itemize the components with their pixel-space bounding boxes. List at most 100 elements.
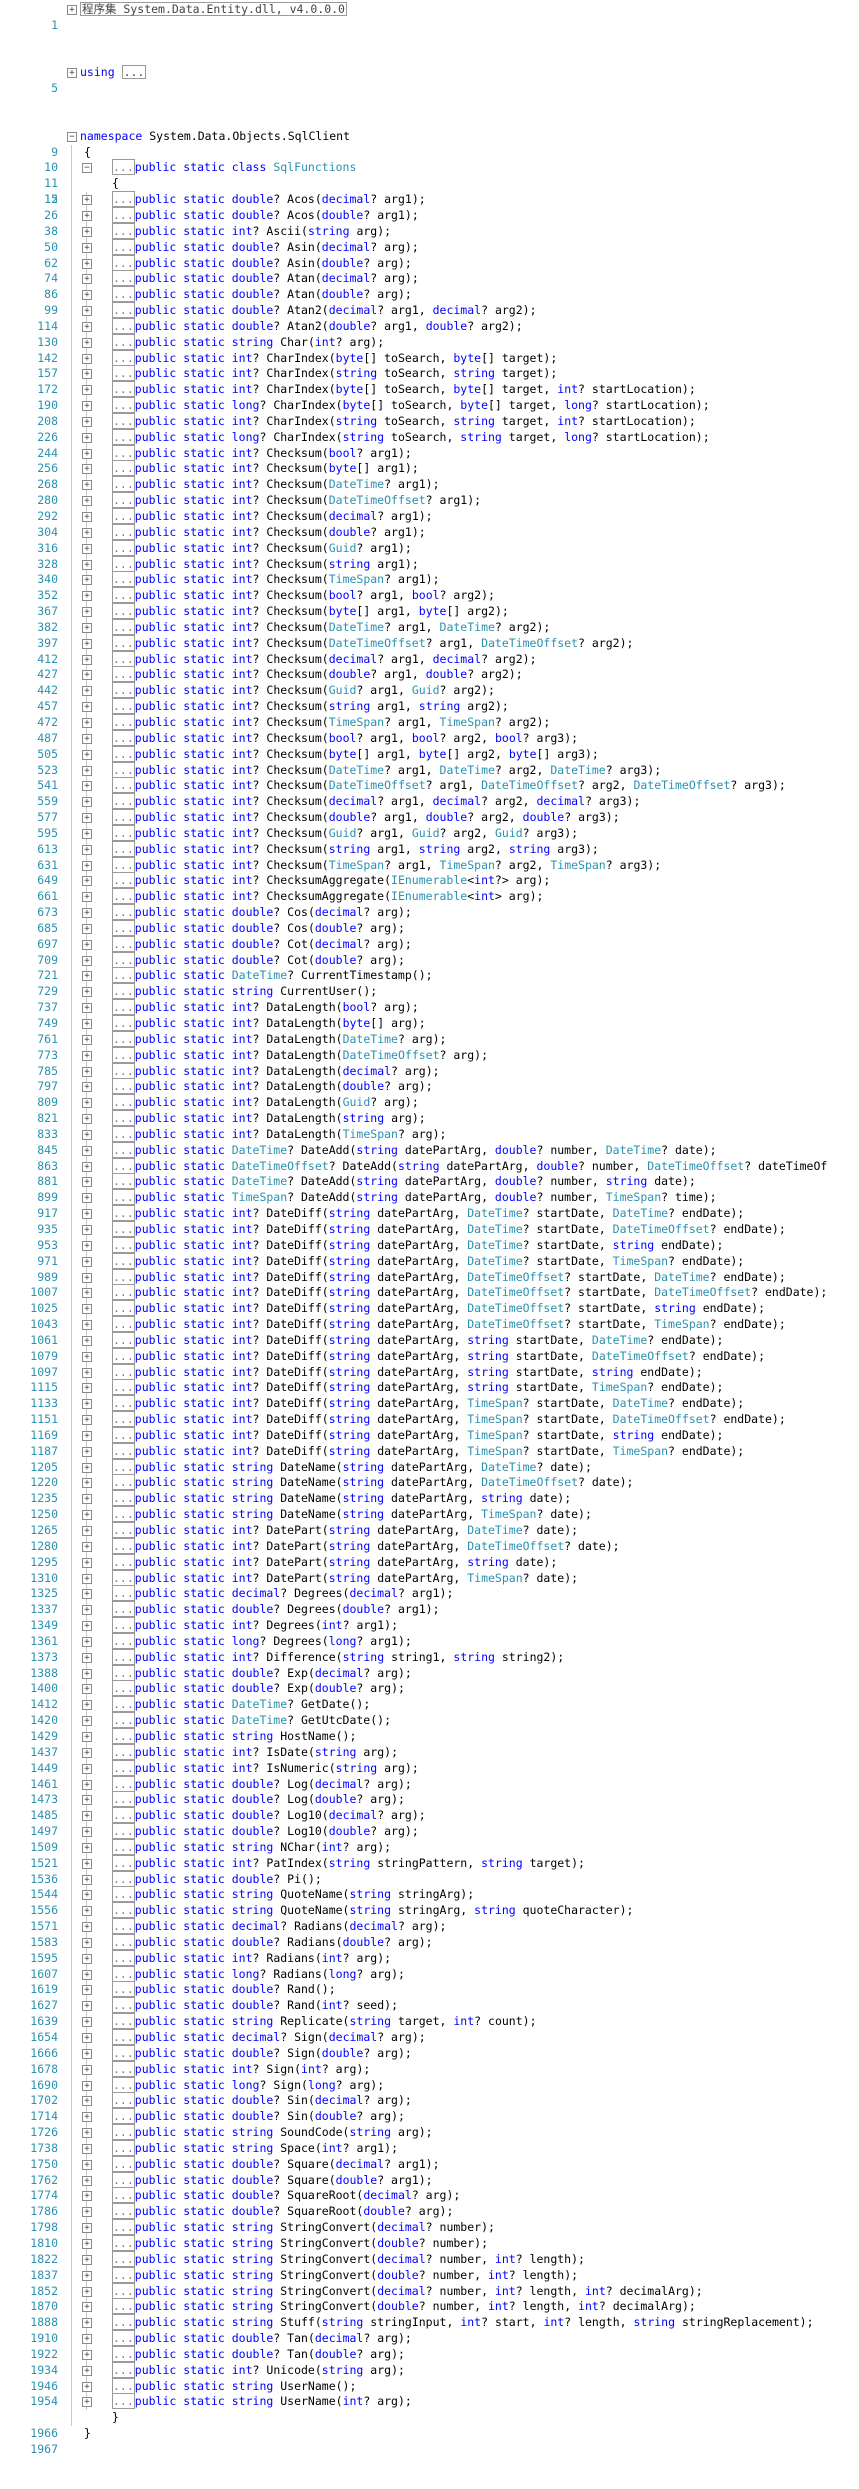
comment-collapsed[interactable]: ...	[112, 460, 135, 477]
comment-collapsed[interactable]: ...	[112, 1569, 135, 1586]
expand-icon[interactable]: +	[82, 971, 92, 982]
comment-collapsed[interactable]: ...	[112, 555, 135, 572]
expand-icon[interactable]: +	[82, 2175, 92, 2186]
expand-icon[interactable]: +	[82, 2270, 92, 2281]
expand-icon[interactable]: +	[82, 686, 92, 697]
expand-icon[interactable]: +	[82, 876, 92, 887]
expand-icon[interactable]: +	[82, 1034, 92, 1045]
expand-icon[interactable]: +	[82, 1050, 92, 1061]
comment-collapsed[interactable]: ...	[112, 1902, 135, 1919]
comment-collapsed[interactable]: ...	[112, 1823, 135, 1840]
comment-collapsed[interactable]: ...	[112, 444, 135, 461]
expand-icon[interactable]: +	[82, 781, 92, 792]
comment-collapsed[interactable]: ...	[112, 1078, 135, 1095]
expand-icon[interactable]: +	[82, 2334, 92, 2345]
comment-collapsed[interactable]: ...	[112, 888, 135, 905]
expand-icon[interactable]: +	[82, 2064, 92, 2075]
expand-icon[interactable]: +	[82, 1367, 92, 1378]
comment-collapsed[interactable]: ...	[112, 2124, 135, 2141]
comment-collapsed[interactable]: ...	[112, 1506, 135, 1523]
comment-collapsed[interactable]: ...	[112, 222, 135, 239]
expand-icon[interactable]: +	[82, 765, 92, 776]
comment-collapsed[interactable]: ...	[112, 523, 135, 540]
expand-icon[interactable]: +	[82, 1605, 92, 1616]
expand-icon[interactable]: +	[82, 432, 92, 443]
comment-collapsed[interactable]: ...	[112, 1141, 135, 1158]
comment-collapsed[interactable]: ...	[112, 777, 135, 794]
expand-icon[interactable]: +	[82, 1684, 92, 1695]
expand-icon[interactable]: +	[82, 512, 92, 522]
expand-icon[interactable]: +	[82, 2033, 92, 2043]
comment-collapsed[interactable]: ...	[112, 1062, 135, 1079]
expand-icon[interactable]: +	[82, 607, 92, 618]
expand-icon[interactable]: +	[82, 2207, 92, 2218]
expand-icon[interactable]: +	[82, 908, 92, 919]
comment-collapsed[interactable]: ...	[112, 1458, 135, 1475]
comment-collapsed[interactable]: ...	[112, 286, 135, 303]
expand-icon[interactable]: +	[82, 1145, 92, 1156]
comment-collapsed[interactable]: ...	[112, 397, 135, 414]
expand-icon[interactable]: +	[82, 1589, 92, 1600]
comment-collapsed[interactable]: ...	[112, 872, 135, 889]
comment-collapsed[interactable]: ...	[112, 1617, 135, 1634]
expand-icon[interactable]: +	[82, 1874, 92, 1885]
comment-collapsed[interactable]: ...	[112, 2092, 135, 2109]
comment-collapsed[interactable]: ...	[112, 2250, 135, 2267]
expand-icon[interactable]: +	[82, 2318, 92, 2329]
expand-icon[interactable]: +	[82, 1129, 92, 1140]
expand-icon[interactable]: +	[82, 1652, 92, 1663]
expand-icon[interactable]: +	[82, 2048, 92, 2059]
expand-icon[interactable]: +	[82, 2302, 92, 2313]
comment-collapsed[interactable]: ...	[112, 2298, 135, 2315]
comment-collapsed[interactable]: ...	[112, 1838, 135, 1855]
comment-collapsed[interactable]: ...	[112, 238, 135, 255]
comment-collapsed[interactable]: ...	[112, 2219, 135, 2236]
comment-collapsed[interactable]: ...	[112, 1965, 135, 1982]
expand-icon[interactable]: +	[82, 401, 92, 412]
expand-icon[interactable]: +	[82, 2349, 92, 2360]
expand-icon[interactable]: +	[82, 1937, 92, 1948]
comment-collapsed[interactable]: ...	[112, 1157, 135, 1174]
comment-collapsed[interactable]: ...	[112, 1442, 135, 1459]
comment-collapsed[interactable]: ...	[112, 2330, 135, 2347]
expand-icon[interactable]: +	[82, 860, 92, 871]
comment-collapsed[interactable]: ...	[112, 587, 135, 604]
expand-icon[interactable]: +	[82, 670, 92, 681]
comment-collapsed[interactable]: ...	[112, 1236, 135, 1253]
expand-icon[interactable]: +	[82, 242, 92, 253]
expand-icon[interactable]: +	[82, 717, 92, 728]
expand-icon[interactable]: +	[82, 1430, 92, 1441]
comment-collapsed[interactable]: ...	[112, 1601, 135, 1618]
expand-icon[interactable]: +	[82, 2159, 92, 2170]
comment-collapsed[interactable]: ...	[112, 254, 135, 271]
comment-collapsed[interactable]: ...	[112, 999, 135, 1016]
comment-collapsed[interactable]: ...	[112, 1743, 135, 1760]
comment-collapsed[interactable]: ...	[112, 1712, 135, 1729]
comment-collapsed[interactable]: ...	[112, 1537, 135, 1554]
expand-icon[interactable]: +	[82, 1351, 92, 1362]
comment-collapsed[interactable]: ...	[112, 967, 135, 984]
expand-icon[interactable]: +	[82, 1890, 92, 1901]
expand-icon[interactable]: +	[82, 1494, 92, 1505]
comment-collapsed[interactable]: ...	[112, 1125, 135, 1142]
comment-collapsed[interactable]: ...	[112, 191, 135, 208]
expand-icon[interactable]: +	[82, 1985, 92, 1996]
expand-icon[interactable]: +	[82, 464, 92, 475]
expand-icon[interactable]: +	[82, 1462, 92, 1473]
expand-icon[interactable]: +	[82, 797, 92, 808]
comment-collapsed[interactable]: ...	[112, 1997, 135, 2014]
comment-collapsed[interactable]: ...	[112, 412, 135, 429]
comment-collapsed[interactable]: ...	[112, 1220, 135, 1237]
expand-icon[interactable]: +	[82, 1858, 92, 1869]
expand-icon[interactable]: +	[82, 1510, 92, 1521]
expand-icon[interactable]: +	[82, 210, 92, 221]
comment-collapsed[interactable]: ...	[112, 935, 135, 952]
comment-collapsed[interactable]: ...	[112, 1094, 135, 1111]
comment-collapsed[interactable]: ...	[112, 1632, 135, 1649]
comment-collapsed[interactable]: ...	[112, 1046, 135, 1063]
expand-icon[interactable]: +	[82, 1731, 92, 1742]
comment-collapsed[interactable]: ...	[112, 476, 135, 493]
expand-icon[interactable]: +	[82, 1668, 92, 1679]
comment-collapsed[interactable]: ...	[112, 1775, 135, 1792]
comment-collapsed[interactable]: ...	[112, 698, 135, 715]
